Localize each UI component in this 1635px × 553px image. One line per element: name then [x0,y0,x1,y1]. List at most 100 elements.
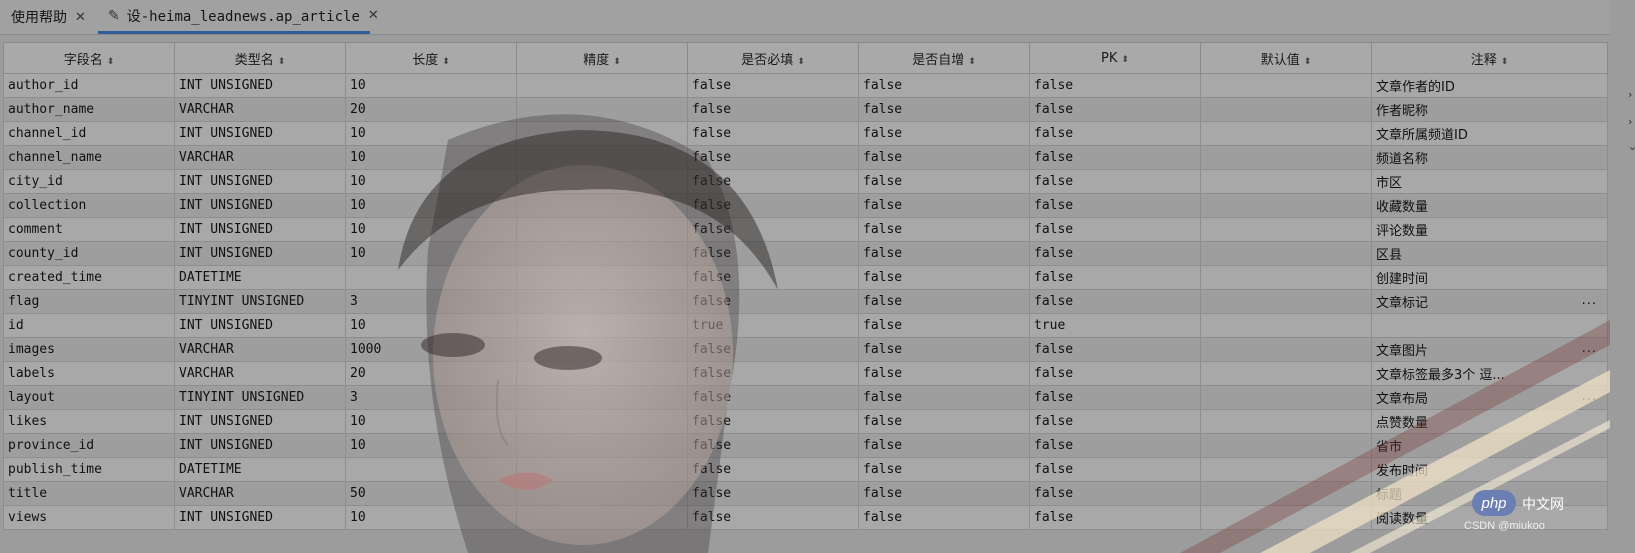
cell-comment[interactable]: 文章标记... [1371,289,1608,314]
cell-default[interactable] [1200,145,1372,170]
table-row[interactable]: labels VARCHAR 20 false false false 文章标签最多3个 逗… [3,361,1608,386]
cell-default[interactable] [1200,289,1372,314]
cell-precision[interactable] [516,265,688,290]
cell-default[interactable] [1200,409,1372,434]
cell-length[interactable]: 10 [345,313,517,338]
table-row[interactable]: flag TINYINT UNSIGNED 3 false false false 文章标记… [3,289,1608,314]
cell-pk[interactable]: false [1029,145,1201,170]
table-row[interactable]: county_id INT UNSIGNED 10 false false false 区县 [3,241,1608,266]
cell-auto[interactable]: false [858,241,1030,266]
cell-required[interactable]: false [687,73,859,98]
cell-required[interactable]: false [687,385,859,410]
cell-name[interactable]: flag [3,289,175,314]
table-row[interactable]: title VARCHAR 50 false false false 标题 [3,481,1608,506]
tab-help[interactable]: 使用帮助 ✕ [11,0,86,34]
cell-auto[interactable]: false [858,145,1030,170]
cell-pk[interactable]: false [1029,217,1201,242]
cell-length[interactable]: 10 [345,241,517,266]
cell-precision[interactable] [516,121,688,146]
cell-name[interactable]: created_time [3,265,175,290]
cell-type[interactable]: INT UNSIGNED [174,217,346,242]
cell-required[interactable]: false [687,481,859,506]
table-row[interactable]: likes INT UNSIGNED 10 false false false 点赞数量 [3,409,1608,434]
cell-precision[interactable] [516,385,688,410]
cell-default[interactable] [1200,505,1372,530]
cell-default[interactable] [1200,97,1372,122]
cell-precision[interactable] [516,313,688,338]
cell-length[interactable]: 10 [345,193,517,218]
cell-precision[interactable] [516,409,688,434]
sort-icon[interactable]: ⬍ [613,57,621,67]
table-row[interactable]: images VARCHAR 1000 false false false 文章图片... [3,337,1608,362]
sort-icon[interactable]: ⬍ [1121,55,1129,65]
table-row[interactable]: city_id INT UNSIGNED 10 false false false 市区 [3,169,1608,194]
table-row[interactable]: province_id INT UNSIGNED 10 false false false… [3,433,1608,458]
side-expand-icon[interactable]: › [1628,115,1632,128]
cell-pk[interactable]: true [1029,313,1201,338]
cell-pk[interactable]: false [1029,361,1201,386]
cell-type[interactable]: TINYINT UNSIGNED [174,385,346,410]
cell-precision[interactable] [516,241,688,266]
cell-precision[interactable] [516,289,688,314]
cell-precision[interactable] [516,337,688,362]
cell-precision[interactable] [516,73,688,98]
cell-pk[interactable]: false [1029,433,1201,458]
cell-type[interactable]: TINYINT UNSIGNED [174,289,346,314]
cell-pk[interactable]: false [1029,289,1201,314]
cell-default[interactable] [1200,169,1372,194]
cell-length[interactable]: 3 [345,385,517,410]
cell-pk[interactable]: false [1029,193,1201,218]
table-row[interactable]: channel_name VARCHAR 10 false false false 频道名称 [3,145,1608,170]
cell-required[interactable]: false [687,337,859,362]
cell-auto[interactable]: false [858,169,1030,194]
sort-icon[interactable]: ⬍ [797,57,805,67]
cell-length[interactable] [345,265,517,290]
table-row[interactable]: publish_time DATETIME false false false 发布时间 [3,457,1608,482]
cell-required[interactable]: false [687,217,859,242]
cell-name[interactable]: labels [3,361,175,386]
cell-default[interactable] [1200,265,1372,290]
cell-default[interactable] [1200,361,1372,386]
cell-comment[interactable]: 点赞数量 [1371,409,1608,434]
cell-type[interactable]: INT UNSIGNED [174,433,346,458]
cell-comment[interactable] [1371,313,1608,338]
cell-precision[interactable] [516,361,688,386]
cell-name[interactable]: title [3,481,175,506]
cell-length[interactable] [345,457,517,482]
column-header[interactable]: 长度 ⬍ [345,42,517,74]
cell-required[interactable]: false [687,121,859,146]
cell-name[interactable]: author_name [3,97,175,122]
column-header[interactable]: 类型名 ⬍ [174,42,346,74]
table-row[interactable]: views INT UNSIGNED 10 false false false 阅读数量 [3,505,1608,530]
cell-length[interactable]: 10 [345,433,517,458]
cell-name[interactable]: channel_name [3,145,175,170]
cell-required[interactable]: false [687,241,859,266]
cell-required[interactable]: false [687,145,859,170]
cell-auto[interactable]: false [858,337,1030,362]
cell-pk[interactable]: false [1029,265,1201,290]
table-row[interactable]: layout TINYINT UNSIGNED 3 false false false 文章… [3,385,1608,410]
cell-type[interactable]: INT UNSIGNED [174,169,346,194]
cell-required[interactable]: false [687,193,859,218]
cell-length[interactable]: 10 [345,121,517,146]
cell-type[interactable]: INT UNSIGNED [174,193,346,218]
cell-name[interactable]: author_id [3,73,175,98]
cell-length[interactable]: 10 [345,409,517,434]
cell-length[interactable]: 10 [345,169,517,194]
cell-required[interactable]: false [687,433,859,458]
cell-auto[interactable]: false [858,97,1030,122]
cell-auto[interactable]: false [858,433,1030,458]
cell-required[interactable]: false [687,457,859,482]
cell-comment[interactable]: 创建时间 [1371,265,1608,290]
cell-default[interactable] [1200,457,1372,482]
table-row[interactable]: created_time DATETIME false false false 创建时间 [3,265,1608,290]
cell-required[interactable]: false [687,361,859,386]
cell-type[interactable]: INT UNSIGNED [174,313,346,338]
column-header[interactable]: 精度 ⬍ [516,42,688,74]
cell-default[interactable] [1200,481,1372,506]
cell-auto[interactable]: false [858,481,1030,506]
cell-comment[interactable]: 文章布局... [1371,385,1608,410]
more-button[interactable]: ... [1582,389,1597,404]
cell-default[interactable] [1200,313,1372,338]
cell-comment[interactable]: 收藏数量 [1371,193,1608,218]
